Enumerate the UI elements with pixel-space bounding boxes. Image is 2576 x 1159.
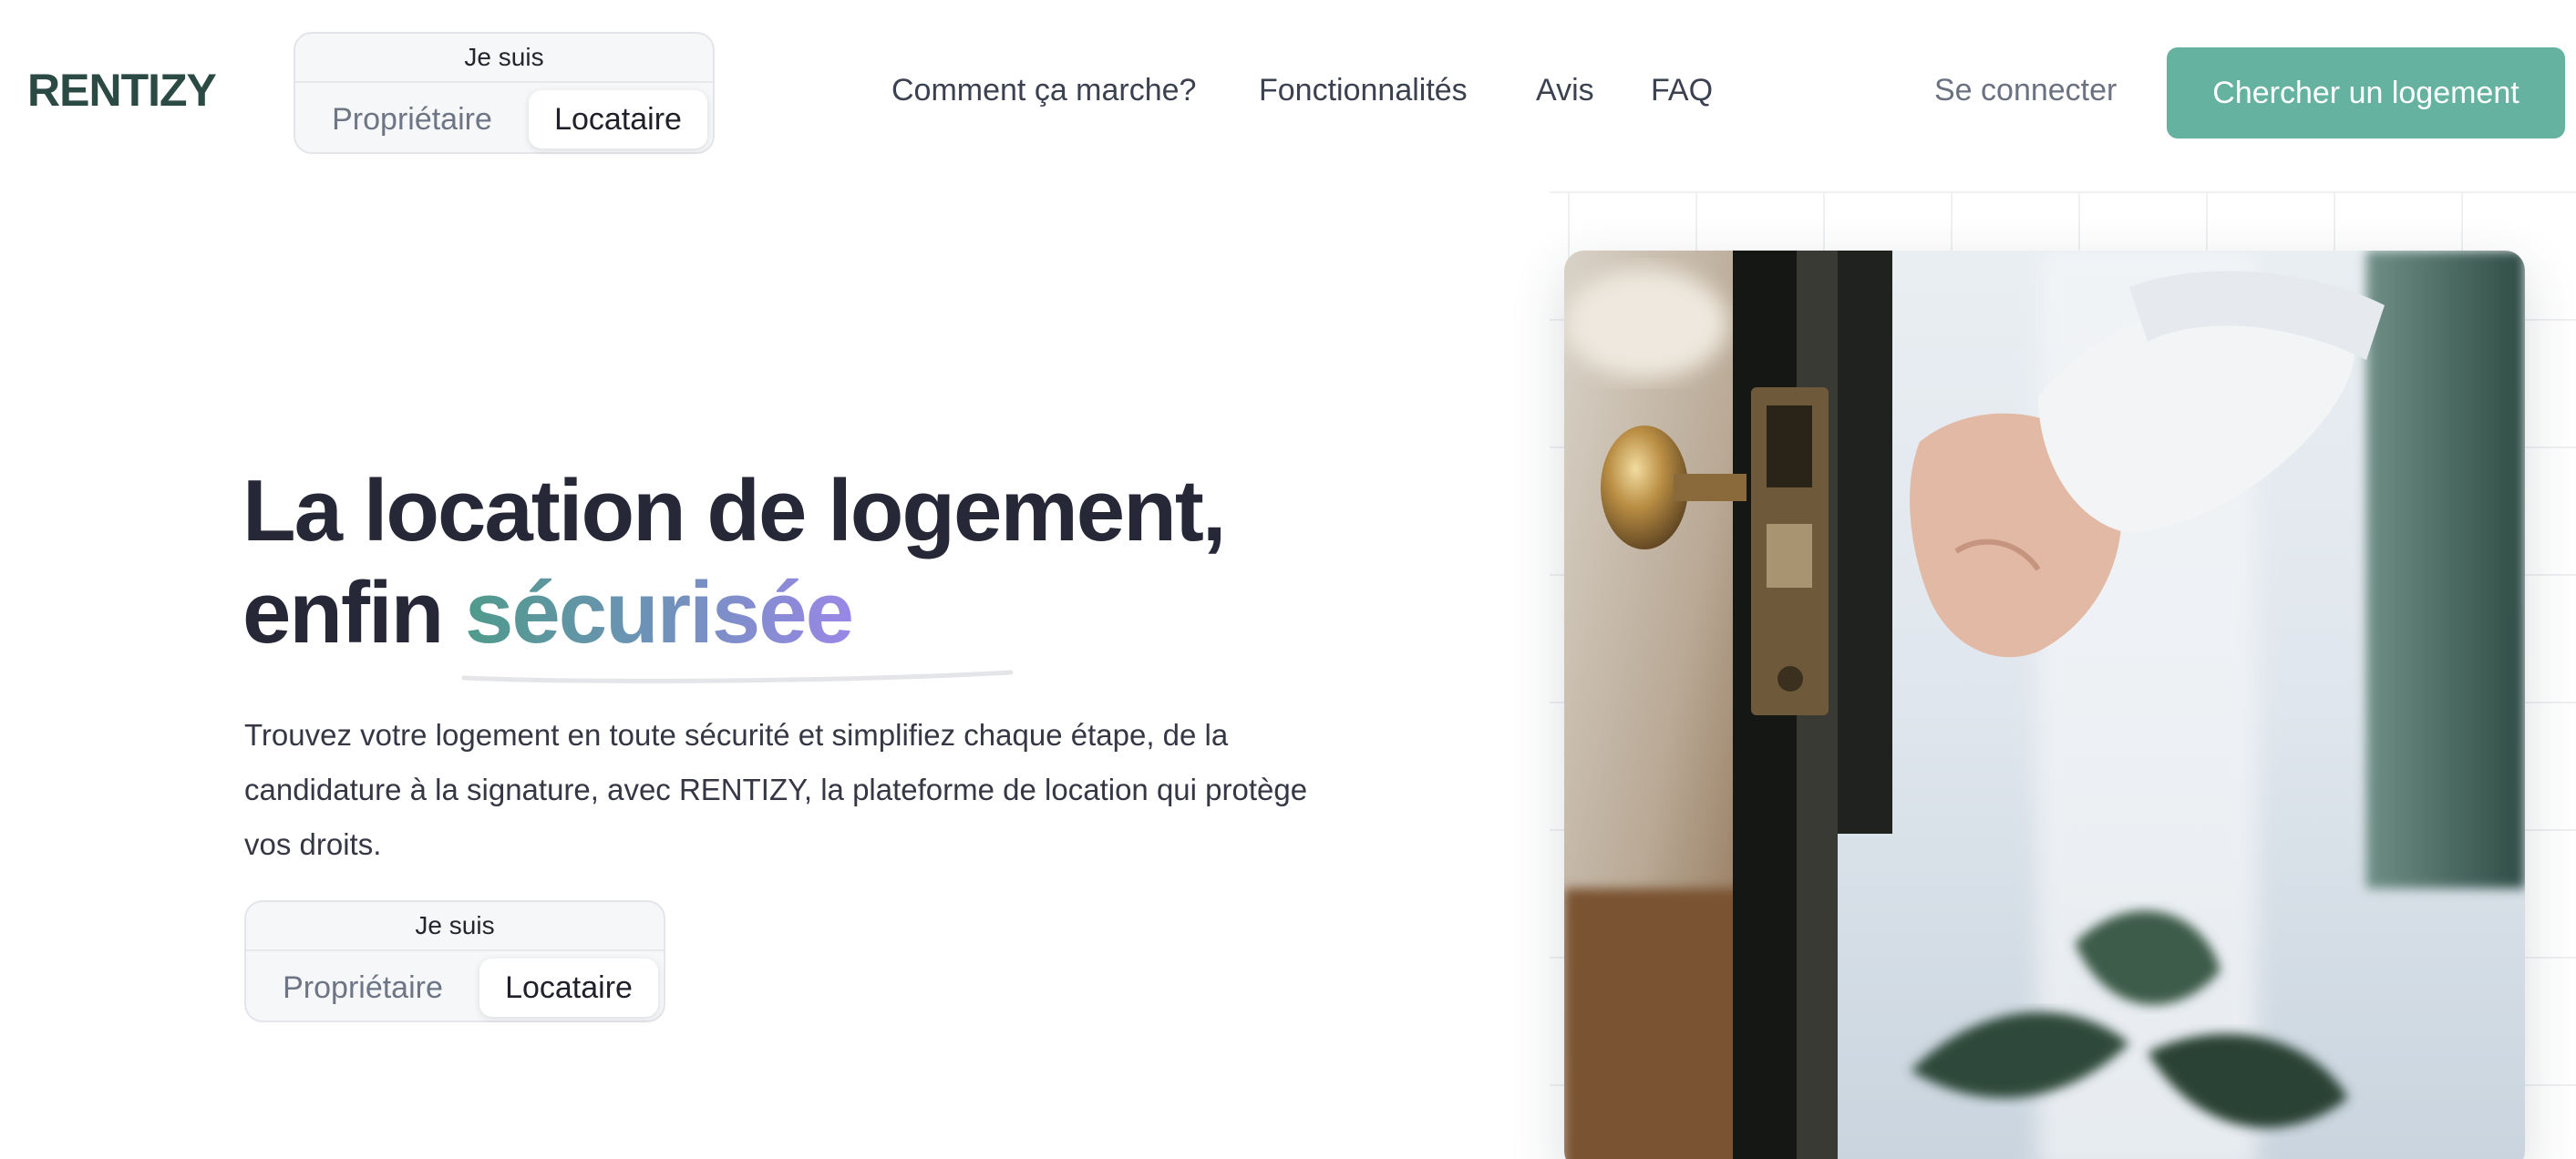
hero-photo [1564,251,2525,1159]
login-link[interactable]: Se connecter [1934,73,2117,108]
nav-reviews[interactable]: Avis [1536,73,1594,108]
headline-line-1: La location de logement, [242,462,1226,559]
divider [246,949,664,951]
page: RENTIZY Je suis Propriétaire Locataire C… [0,0,2576,1159]
site-header: RENTIZY Je suis Propriétaire Locataire C… [0,0,2576,187]
headline-line-2-prefix: enfin [242,564,465,662]
role-option-proprietaire[interactable]: Propriétaire [252,959,474,1017]
hero-headline: La location de logement, enfin sécurisée [242,460,1226,664]
nav-features[interactable]: Fonctionnalités [1259,73,1468,108]
role-option-proprietaire[interactable]: Propriétaire [301,90,523,149]
hero-subtext: Trouvez votre logement en toute sécurité… [244,718,1308,861]
nav-how-it-works[interactable]: Comment ça marche? [891,73,1196,108]
logo[interactable]: RENTIZY [27,64,217,117]
role-toggle-label: Je suis [464,43,544,71]
door-handle-illustration [1564,251,2525,1159]
role-option-locataire[interactable]: Locataire [529,90,707,149]
role-toggle-header: Je suis Propriétaire Locataire [294,32,715,154]
role-toggle-label: Je suis [415,911,495,939]
headline-accent: sécurisée [464,564,854,662]
role-toggle-hero: Je suis Propriétaire Locataire [244,900,665,1022]
nav-faq[interactable]: FAQ [1651,73,1713,108]
role-option-locataire[interactable]: Locataire [479,959,658,1017]
accent-underline [461,670,1014,683]
divider [295,81,713,83]
search-housing-button[interactable]: Chercher un logement [2167,47,2565,138]
